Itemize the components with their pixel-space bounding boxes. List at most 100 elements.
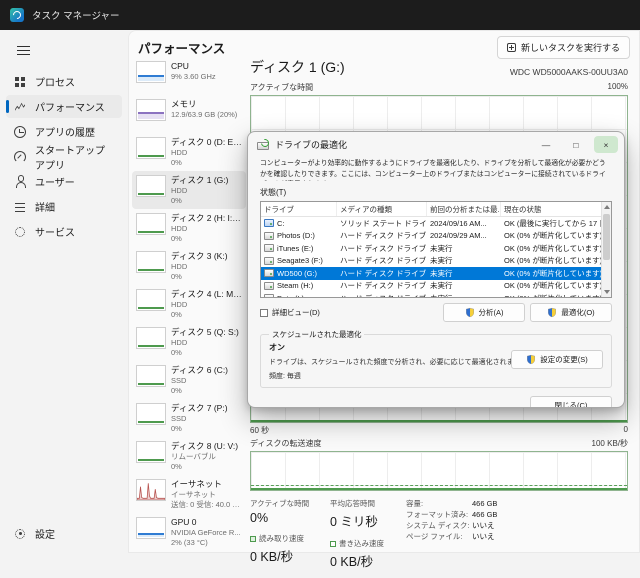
sidebar-item[interactable]: プロセス xyxy=(6,70,122,93)
drive-name: iTunes (E:) xyxy=(277,244,313,253)
read-speed-value: 0 KB/秒 xyxy=(250,546,316,565)
minimize-button[interactable]: — xyxy=(534,136,558,153)
performance-list-item[interactable]: ディスク 3 (K:) HDD 0% xyxy=(132,247,246,285)
perf-item-type: 9% 3.60 GHz xyxy=(171,72,216,82)
performance-list-item[interactable]: CPU 9% 3.60 GHz xyxy=(132,57,246,95)
drive-name: Photos (D:) xyxy=(277,231,315,240)
scrollbar-thumb[interactable] xyxy=(603,214,610,260)
perf-item-type: リムーバブル xyxy=(171,452,238,462)
column-header-last-run[interactable]: 前回の分析または最... xyxy=(427,202,501,216)
perf-item-usage: 0% xyxy=(171,234,242,244)
drive-row[interactable]: Photos (D:) ハード ディスク ドライブ 2024/09/29 AM.… xyxy=(261,230,611,243)
performance-list-item[interactable]: ディスク 7 (P:) SSD 0% xyxy=(132,399,246,437)
drive-row[interactable]: iTunes (E:) ハード ディスク ドライブ 未実行 OK (0% が断片… xyxy=(261,242,611,255)
drive-media-type: ハード ディスク ドライブ xyxy=(337,280,427,291)
perf-item-type: 12.9/63.9 GB (20%) xyxy=(171,110,237,120)
sidebar-item-icon xyxy=(13,225,27,239)
perf-item-name: ディスク 8 (U: V:) xyxy=(171,441,238,452)
drive-status: OK (0% が断片化しています) xyxy=(501,293,605,298)
active-time-value: 0% xyxy=(250,511,316,525)
sidebar-item[interactable]: サービス xyxy=(6,220,122,243)
drive-status: OK (0% が断片化しています) xyxy=(501,230,605,241)
drive-row[interactable]: WD500 (G:) ハード ディスク ドライブ 未実行 OK (0% が断片化… xyxy=(261,267,611,280)
property-label: 容量: xyxy=(406,498,472,509)
close-button[interactable]: × xyxy=(594,136,618,153)
sidebar-item[interactable]: ユーザー xyxy=(6,170,122,193)
close-dialog-button[interactable]: 閉じる(C) xyxy=(530,396,612,408)
mini-chart xyxy=(136,517,166,539)
optimize-drives-dialog: ドライブの最適化 — □ × コンピューターがより効率的に動作するようにドライブ… xyxy=(247,131,625,408)
change-settings-label: 設定の変更(S) xyxy=(540,354,588,365)
change-settings-button[interactable]: 設定の変更(S) xyxy=(511,350,603,369)
run-new-task-button[interactable]: 新しいタスクを実行する xyxy=(497,36,630,59)
sidebar-item-label: アプリの履歴 xyxy=(35,124,95,139)
transfer-rate-max-label: 100 KB/秒 xyxy=(592,438,628,449)
performance-list-item[interactable]: GPU 0 NVIDIA GeForce R... 2% (33 °C) xyxy=(132,513,246,551)
perf-item-type: HDD xyxy=(171,338,239,348)
mini-chart xyxy=(136,327,166,349)
mini-chart xyxy=(136,175,166,197)
sidebar-item[interactable]: アプリの履歴 xyxy=(6,120,122,143)
perf-item-name: ディスク 6 (C:) xyxy=(171,365,228,376)
chart-min-label: 0 xyxy=(624,425,628,436)
dialog-titlebar[interactable]: ドライブの最適化 — □ × xyxy=(248,132,624,157)
performance-list-item[interactable]: ディスク 5 (Q: S:) HDD 0% xyxy=(132,323,246,361)
mini-chart xyxy=(136,365,166,387)
response-time-value: 0 ミリ秒 xyxy=(330,511,392,530)
perf-item-name: ディスク 4 (L: M: N: O:) xyxy=(171,289,242,300)
transfer-rate-chart-label: ディスクの転送速度 xyxy=(250,438,321,449)
ethernet-spark-icon xyxy=(137,480,165,500)
drive-icon xyxy=(264,257,274,265)
drive-row[interactable]: Seagate3 (F:) ハード ディスク ドライブ 未実行 OK (0% が… xyxy=(261,255,611,268)
drive-row[interactable]: C: ソリッド ステート ドライブ 2024/09/16 AM... OK (最… xyxy=(261,217,611,230)
disk-property-row: 容量: 466 GB xyxy=(406,498,497,509)
perf-item-name: ディスク 0 (D: E: F:) xyxy=(171,137,242,148)
disk-property-row: システム ディスク: いいえ xyxy=(406,520,497,531)
column-header-current-status[interactable]: 現在の状態 xyxy=(501,202,611,216)
menu-toggle-button[interactable] xyxy=(8,38,38,62)
dialog-description: コンピューターがより効率的に動作するようにドライブを最適化したり、ドライブを分析… xyxy=(260,159,612,181)
performance-list-item[interactable]: メモリ 12.9/63.9 GB (20%) xyxy=(132,95,246,133)
optimize-drives-app-icon xyxy=(257,139,269,151)
optimize-button[interactable]: 最適化(O) xyxy=(530,303,612,322)
sidebar-item[interactable]: パフォーマンス xyxy=(6,95,122,118)
perf-item-name: ディスク 2 (H: I: J:) xyxy=(171,213,242,224)
drive-name: Seagate3 (F:) xyxy=(277,256,323,265)
drives-table-header: ドライブ メディアの種類 前回の分析または最... 現在の状態 xyxy=(261,202,611,217)
perf-item-usage: 0% xyxy=(171,310,242,320)
disk-stats: アクティブな時間 0% 読み取り速度 0 KB/秒 平均応答時間 0 ミリ秒 書… xyxy=(250,498,628,578)
table-scrollbar[interactable] xyxy=(601,202,611,297)
perf-item-usage: 0% xyxy=(171,196,229,206)
drive-last-run: 未実行 xyxy=(427,255,501,266)
performance-list-item[interactable]: ディスク 0 (D: E: F:) HDD 0% xyxy=(132,133,246,171)
minimize-icon: — xyxy=(542,140,551,150)
advanced-view-checkbox[interactable]: 詳細ビュー(D) xyxy=(260,307,320,318)
analyze-button[interactable]: 分析(A) xyxy=(443,303,525,322)
performance-list-item[interactable]: ディスク 6 (C:) SSD 0% xyxy=(132,361,246,399)
drive-row[interactable]: Data (I:) ハード ディスク ドライブ 未実行 OK (0% が断片化し… xyxy=(261,292,611,298)
performance-list-item[interactable]: ディスク 1 (G:) HDD 0% xyxy=(132,171,246,209)
performance-list-item[interactable]: イーサネット イーサネット 送信: 0 受信: 40.0 Kbps xyxy=(132,475,246,513)
disk-model: WDC WD5000AAKS-00UU3A0 xyxy=(510,67,628,77)
column-header-drive[interactable]: ドライブ xyxy=(261,202,337,216)
mini-chart xyxy=(136,251,166,273)
sidebar-item-settings[interactable]: 設定 xyxy=(6,522,122,545)
maximize-icon: □ xyxy=(573,140,578,150)
sidebar-item[interactable]: 詳細 xyxy=(6,195,122,218)
performance-list-item[interactable]: ディスク 4 (L: M: N: O:) HDD 0% xyxy=(132,285,246,323)
perf-item-usage: 0% xyxy=(171,272,228,282)
column-header-media-type[interactable]: メディアの種類 xyxy=(337,202,427,216)
maximize-button[interactable]: □ xyxy=(564,136,588,153)
write-speed-value: 0 KB/秒 xyxy=(330,551,392,570)
property-value: いいえ xyxy=(472,520,495,531)
disk-property-row: ページ ファイル: いいえ xyxy=(406,531,497,542)
sidebar-item[interactable]: スタートアップ アプリ xyxy=(6,145,122,168)
drive-last-run: 2024/09/16 AM... xyxy=(427,219,501,228)
drive-row[interactable]: Steam (H:) ハード ディスク ドライブ 未実行 OK (0% が断片化… xyxy=(261,280,611,293)
uac-shield-icon xyxy=(526,354,536,365)
performance-list-item[interactable]: ディスク 8 (U: V:) リムーバブル 0% xyxy=(132,437,246,475)
run-new-task-label: 新しいタスクを実行する xyxy=(521,41,620,54)
performance-list-item[interactable]: ディスク 2 (H: I: J:) HDD 0% xyxy=(132,209,246,247)
status-group-label: 状態(T) xyxy=(260,187,612,198)
property-label: ページ ファイル: xyxy=(406,531,472,542)
